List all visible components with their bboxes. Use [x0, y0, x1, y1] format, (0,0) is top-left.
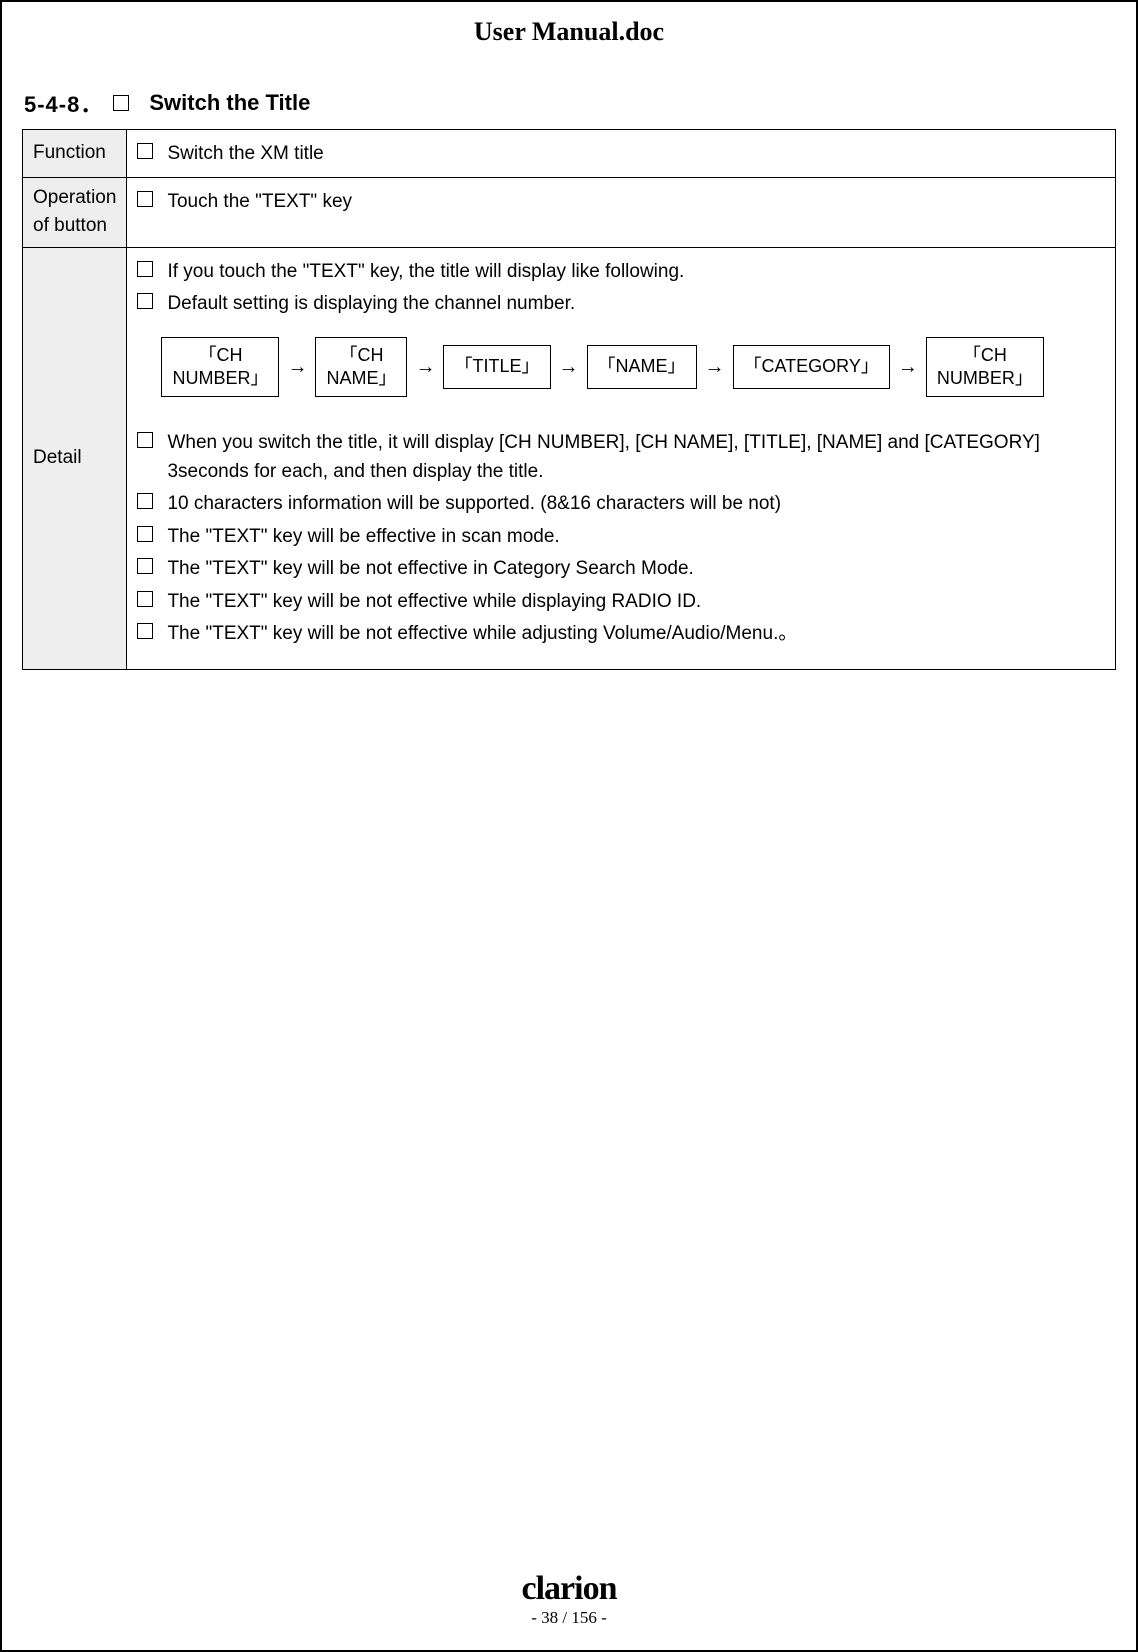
flow-box: 「NAME」	[587, 345, 697, 389]
detail-bullet-1: 10 characters information will be suppor…	[137, 488, 1105, 519]
detail-intro-text: Default setting is displaying the channe…	[167, 288, 1105, 319]
detail-intro-1: Default setting is displaying the channe…	[137, 288, 1105, 319]
checkbox-icon	[137, 526, 153, 542]
checkbox-icon	[137, 623, 153, 639]
arrow-icon: →	[705, 352, 725, 382]
detail-bullet-text: The "TEXT" key will be effective in scan…	[167, 521, 1105, 552]
flow-box: 「CH NUMBER」	[161, 337, 279, 398]
row-function: Function Switch the XM title	[23, 130, 1116, 178]
page-number: - 38 / 156 -	[2, 1608, 1136, 1628]
checkbox-icon	[137, 432, 153, 448]
content-operation: Touch the "TEXT" key	[127, 177, 1116, 247]
arrow-icon: →	[287, 352, 307, 382]
checkbox-icon	[137, 591, 153, 607]
checkbox-icon	[137, 558, 153, 574]
arrow-icon: →	[898, 352, 918, 382]
detail-bullet-text: When you switch the title, it will displ…	[167, 427, 1105, 486]
detail-bullet-text: The "TEXT" key will be not effective whi…	[167, 586, 1105, 617]
checkbox-icon	[137, 293, 153, 309]
section-number: 5-4-8．	[24, 87, 103, 119]
checkbox-icon	[137, 143, 153, 159]
flow-diagram: 「CH NUMBER」 → 「CH NAME」 → 「TITLE」 → 「NAM…	[161, 337, 1105, 398]
row-detail: Detail If you touch the "TEXT" key, the …	[23, 247, 1116, 669]
arrow-icon: →	[559, 352, 579, 382]
doc-title: User Manual.doc	[22, 17, 1116, 47]
detail-intro-0: If you touch the "TEXT" key, the title w…	[137, 256, 1105, 287]
detail-intro-text: If you touch the "TEXT" key, the title w…	[167, 256, 1105, 287]
brand-logo: clarion	[2, 1572, 1136, 1606]
content-detail: If you touch the "TEXT" key, the title w…	[127, 247, 1116, 669]
label-operation: Operation of button	[23, 177, 127, 247]
flow-box: 「CATEGORY」	[733, 345, 890, 389]
row-operation: Operation of button Touch the "TEXT" key	[23, 177, 1116, 247]
page-footer: clarion - 38 / 156 -	[2, 1572, 1136, 1628]
detail-bullet-3: The "TEXT" key will be not effective in …	[137, 553, 1105, 584]
section-heading: 5-4-8． Switch the Title	[22, 87, 1116, 119]
label-detail: Detail	[23, 247, 127, 669]
function-text: Switch the XM title	[167, 138, 1105, 169]
detail-bullet-0: When you switch the title, it will displ…	[137, 427, 1105, 486]
detail-bullet-text: The "TEXT" key will be not effective whi…	[167, 618, 1105, 649]
checkbox-icon	[137, 261, 153, 277]
page: User Manual.doc 5-4-8． Switch the Title …	[0, 0, 1138, 1652]
section-title: Switch the Title	[149, 90, 310, 116]
detail-bullet-text: The "TEXT" key will be not effective in …	[167, 553, 1105, 584]
checkbox-icon	[113, 95, 129, 111]
flow-box: 「CH NUMBER」	[926, 337, 1044, 398]
operation-text: Touch the "TEXT" key	[167, 186, 1105, 217]
label-function: Function	[23, 130, 127, 178]
checkbox-icon	[137, 191, 153, 207]
detail-bullet-text: 10 characters information will be suppor…	[167, 488, 1105, 519]
spec-table: Function Switch the XM title Operation o…	[22, 129, 1116, 670]
flow-box: 「CH NAME」	[315, 337, 407, 398]
content-function: Switch the XM title	[127, 130, 1116, 178]
flow-box: 「TITLE」	[443, 345, 550, 389]
detail-bullet-2: The "TEXT" key will be effective in scan…	[137, 521, 1105, 552]
detail-bullet-5: The "TEXT" key will be not effective whi…	[137, 618, 1105, 649]
arrow-icon: →	[415, 352, 435, 382]
checkbox-icon	[137, 493, 153, 509]
detail-bullet-4: The "TEXT" key will be not effective whi…	[137, 586, 1105, 617]
